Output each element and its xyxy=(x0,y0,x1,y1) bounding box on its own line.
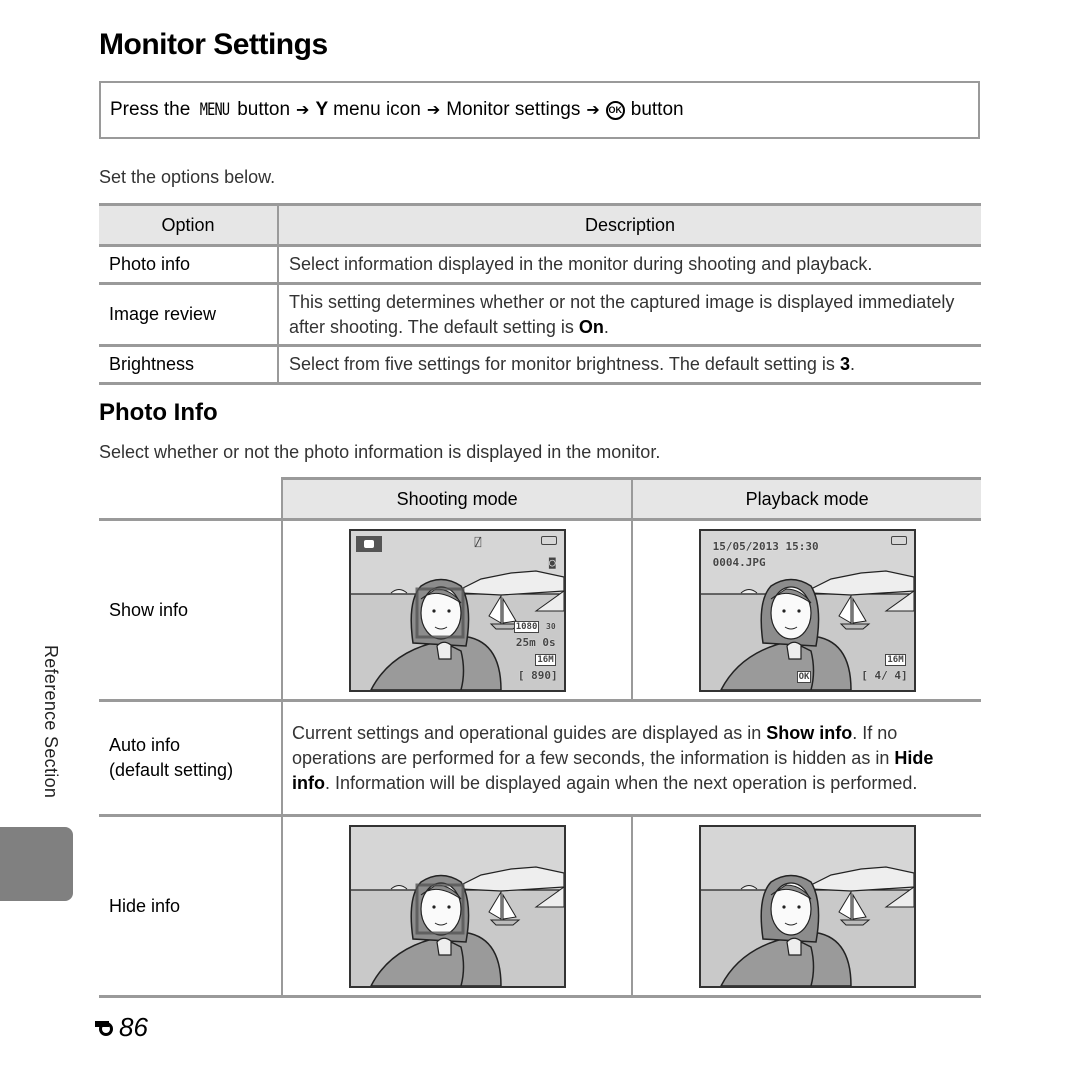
description-text: Select from five settings for monitor br… xyxy=(289,354,840,374)
description-end: . xyxy=(603,316,609,337)
arrow-right-icon: ➔ xyxy=(586,102,600,119)
option-name: Brightness xyxy=(99,345,279,385)
table-row: Photo info Select information displayed … xyxy=(99,245,981,285)
show-info-ref: Show info xyxy=(766,722,853,743)
option-name: Image review xyxy=(99,283,279,347)
shooting-screen-show-info: ⍁ ◙ 1080 30 25m 0s 16M [ 890] xyxy=(348,528,566,692)
default-value: On xyxy=(578,316,604,337)
page-title: Monitor Settings xyxy=(99,28,328,61)
image-size-icon: 16M xyxy=(535,653,556,666)
ok-button-icon: OK xyxy=(605,100,625,120)
table-row-hide-info: Hide info xyxy=(99,815,981,998)
table-row-show-info: Show info ⍁ ◙ 1080 30 25m 0s 16M [ 890] … xyxy=(99,519,981,702)
photo-info-header: Shooting mode Playback mode xyxy=(99,477,981,521)
scene-illustration xyxy=(351,827,564,986)
procedure-box: Press the MENU button ➔ Y menu icon ➔ Mo… xyxy=(99,81,980,139)
procedure-press-text: Press the xyxy=(110,99,191,120)
option-description: Select from five settings for monitor br… xyxy=(278,345,981,385)
frame-counter: [ 4/ 4] xyxy=(861,668,908,682)
image-size-icon: 16M xyxy=(885,653,906,666)
ok-guide: OK xyxy=(796,670,812,683)
description-text: Current settings and operational guides … xyxy=(292,722,767,743)
shooting-screen-cell: ⍁ ◙ 1080 30 25m 0s 16M [ 890] xyxy=(282,519,634,702)
scene-illustration xyxy=(701,827,914,986)
row-label-line2: (default setting) xyxy=(109,760,234,780)
menu-button-icon: MENU xyxy=(199,100,230,120)
image-size-wrap: 16M xyxy=(885,653,906,666)
movie-fps: 30 xyxy=(546,621,556,631)
procedure-button-end-text: button xyxy=(630,99,684,120)
movie-options: 1080 30 xyxy=(513,620,556,633)
row-label: Hide info xyxy=(99,815,283,998)
auto-info-description: Current settings and operational guides … xyxy=(282,700,981,817)
scene-illustration xyxy=(351,531,564,690)
ok-guide-icon: OK xyxy=(796,670,812,683)
section-tab-marker xyxy=(0,827,73,901)
procedure-button-text: button xyxy=(237,99,291,120)
page-number: 86 xyxy=(95,1012,148,1043)
photo-info-table: Shooting mode Playback mode Show info ⍁ … xyxy=(99,477,981,998)
description-end: . xyxy=(849,354,855,374)
image-size-wrap: 16M xyxy=(535,653,556,666)
table-row-auto-info: Auto info (default setting) Current sett… xyxy=(99,700,981,817)
arrow-right-icon: ➔ xyxy=(296,102,310,119)
table-row: Image review This setting determines whe… xyxy=(99,283,981,347)
procedure-menu-icon-text: menu icon xyxy=(333,99,421,120)
playback-screen-cell: 15/05/2013 15:30 0004.JPG 16M OK [ 4/ 4] xyxy=(632,519,981,702)
section-title: Photo Info xyxy=(99,399,218,426)
shooting-screen-hide-info xyxy=(348,824,566,988)
default-value: 3 xyxy=(839,354,850,374)
lead-text: Set the options below. xyxy=(99,167,276,187)
row-label: Show info xyxy=(99,519,283,702)
description-text: This setting determines whether or not t… xyxy=(289,291,955,337)
time-remaining: 25m 0s xyxy=(515,635,556,649)
e-reference-icon xyxy=(95,1019,117,1037)
vr-icon: ◙ xyxy=(549,555,556,569)
camera-mode-icon xyxy=(355,535,382,552)
playback-filename: 0004.JPG xyxy=(712,555,766,569)
column-header-description: Description xyxy=(278,203,981,247)
description-text: . Information will be displayed again wh… xyxy=(325,772,918,793)
column-header-blank xyxy=(99,478,282,521)
option-description: Select information displayed in the moni… xyxy=(278,245,981,285)
wrench-icon: Y xyxy=(315,99,329,120)
page-number-text: 86 xyxy=(119,1012,148,1042)
side-tab-label: Reference Section xyxy=(41,645,61,799)
battery-icon xyxy=(540,535,557,545)
description-text: Select information displayed in the moni… xyxy=(289,254,873,274)
playback-screen-hide-info xyxy=(698,824,916,988)
row-label: Auto info (default setting) xyxy=(99,700,283,817)
shooting-screen-cell xyxy=(282,815,634,998)
column-header-shooting-mode: Shooting mode xyxy=(280,477,634,521)
column-header-playback-mode: Playback mode xyxy=(632,477,981,521)
scene-illustration xyxy=(701,531,914,690)
table-row: Brightness Select from five settings for… xyxy=(99,345,981,385)
column-header-option: Option xyxy=(99,203,279,247)
movie-resolution: 1080 xyxy=(513,620,540,633)
effects-icon: ⍁ xyxy=(474,535,482,549)
playback-screen-show-info: 15/05/2013 15:30 0004.JPG 16M OK [ 4/ 4] xyxy=(698,528,916,692)
procedure-monitor-settings-text: Monitor settings xyxy=(446,99,581,120)
options-table-header: Option Description xyxy=(99,203,981,247)
exposures-remaining: [ 890] xyxy=(517,668,558,682)
option-name: Photo info xyxy=(99,245,279,285)
playback-datetime: 15/05/2013 15:30 xyxy=(712,539,819,553)
options-table: Option Description Photo info Select inf… xyxy=(99,203,981,385)
section-lead: Select whether or not the photo informat… xyxy=(99,442,661,462)
row-label-line1: Auto info xyxy=(109,735,181,755)
arrow-right-icon: ➔ xyxy=(426,102,441,119)
playback-screen-cell xyxy=(632,815,981,998)
option-description: This setting determines whether or not t… xyxy=(278,283,981,347)
battery-icon xyxy=(890,535,907,545)
